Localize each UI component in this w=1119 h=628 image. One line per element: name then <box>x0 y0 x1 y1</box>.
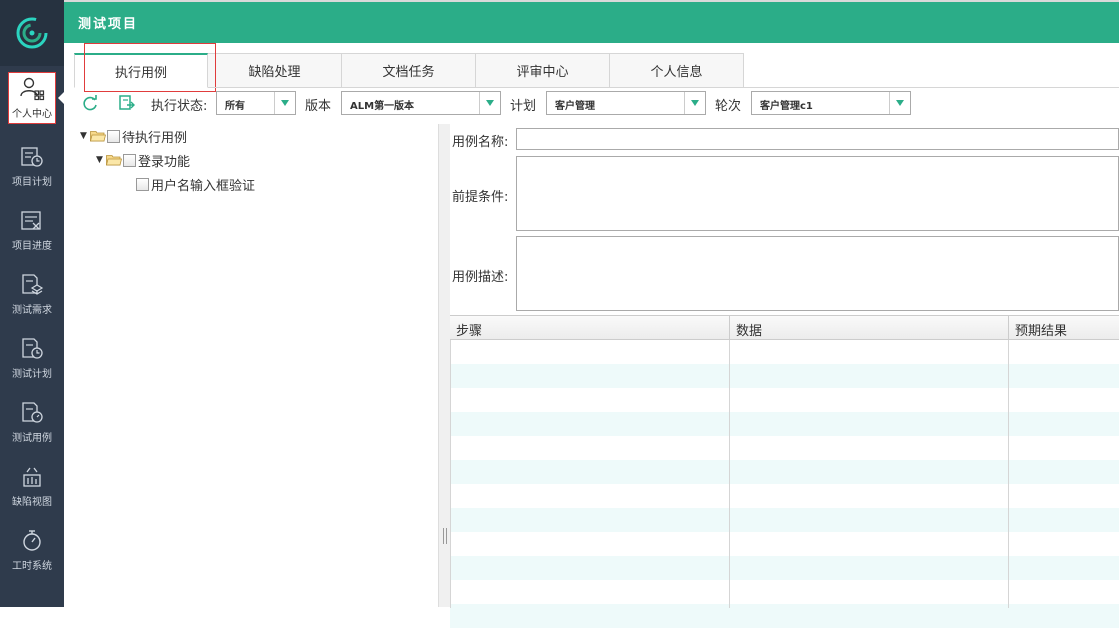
round-select[interactable]: 客户管理c1 <box>751 91 911 115</box>
column-header-data[interactable]: 数据 <box>730 316 1009 340</box>
case-tree: ▼ 待执行用例 ▼ 登录功能 用户名输入框验证 <box>74 124 438 607</box>
column-header-expected[interactable]: 预期结果 <box>1009 316 1119 340</box>
tree-node-child[interactable]: ▼ 登录功能 <box>96 151 191 170</box>
tree-checkbox[interactable] <box>107 129 120 143</box>
sidebar-item-project-plan[interactable]: 项目计划 <box>0 138 64 194</box>
chevron-down-icon[interactable] <box>479 92 500 114</box>
plan-value: 客户管理 <box>555 101 595 112</box>
bug-chart-icon <box>23 467 41 487</box>
stopwatch-icon <box>23 530 41 551</box>
case-name-label: 用例名称: <box>452 135 509 150</box>
progress-chart-icon <box>21 211 41 230</box>
sidebar: 个人中心 项目计划 项目进度 测试需求 测试计划 测试用例 缺陷视图 工时系统 <box>0 0 64 607</box>
tab-label: 个人信息 <box>650 65 703 80</box>
folder-open-icon <box>106 155 122 166</box>
chevron-down-icon[interactable] <box>274 92 295 114</box>
active-indicator <box>58 92 64 104</box>
tree-node-leaf[interactable]: 用户名输入框验证 <box>136 175 256 194</box>
grid-header: 步骤 数据 预期结果 <box>450 316 1119 340</box>
layers-doc-icon <box>22 274 44 295</box>
top-header: 测试项目 <box>64 2 1119 43</box>
tab-label: 缺陷处理 <box>248 65 301 80</box>
tab-bar: 执行用例 缺陷处理 文档任务 评审中心 个人信息 <box>74 53 744 88</box>
column-divider <box>729 316 730 608</box>
table-row[interactable] <box>450 412 1119 436</box>
table-row[interactable] <box>450 460 1119 484</box>
description-label: 用例描述: <box>452 270 509 285</box>
doc-clock-icon <box>22 338 43 359</box>
version-label: 版本 <box>305 99 332 114</box>
round-label: 轮次 <box>715 99 742 114</box>
page-title: 测试项目 <box>78 17 139 32</box>
tab-personal-info[interactable]: 个人信息 <box>610 53 744 88</box>
tree-node-label: 待执行用例 <box>122 130 188 146</box>
status-value: 所有 <box>225 101 245 112</box>
sidebar-item-label: 工时系统 <box>12 561 52 572</box>
expand-arrow-icon[interactable]: ▼ <box>96 155 106 165</box>
calendar-clock-icon <box>21 147 43 167</box>
status-label: 执行状态: <box>151 99 208 114</box>
tree-checkbox[interactable] <box>136 177 149 191</box>
column-header-steps[interactable]: 步骤 <box>450 316 730 340</box>
sidebar-item-label: 个人中心 <box>12 109 52 120</box>
sidebar-item-project-progress[interactable]: 项目进度 <box>0 202 64 258</box>
tab-execute-cases[interactable]: 执行用例 <box>74 53 208 88</box>
table-row[interactable] <box>450 508 1119 532</box>
description-textarea[interactable] <box>516 236 1119 311</box>
sidebar-item-label: 测试需求 <box>12 305 52 316</box>
toolbar: 执行状态: 所有 版本 ALM第一版本 计划 客户管理 轮次 客户管理c1 <box>78 91 1118 115</box>
chevron-down-icon[interactable] <box>684 92 705 114</box>
pane-splitter[interactable] <box>438 124 450 607</box>
tree-node-label: 用户名输入框验证 <box>151 178 256 194</box>
refresh-icon[interactable] <box>81 94 99 112</box>
sidebar-item-defect-view[interactable]: 缺陷视图 <box>0 458 64 514</box>
version-value: ALM第一版本 <box>350 101 415 112</box>
chevron-down-icon[interactable] <box>889 92 910 114</box>
grid-border <box>450 316 451 608</box>
plan-select[interactable]: 客户管理 <box>546 91 706 115</box>
sidebar-item-test-requirements[interactable]: 测试需求 <box>0 266 64 322</box>
round-value: 客户管理c1 <box>760 101 813 112</box>
column-divider <box>1008 316 1009 608</box>
app-logo[interactable] <box>0 0 64 66</box>
tab-label: 文档任务 <box>382 65 435 80</box>
tab-review-center[interactable]: 评审中心 <box>476 53 610 88</box>
export-icon[interactable] <box>118 94 136 112</box>
sidebar-item-label: 缺陷视图 <box>12 497 52 508</box>
status-select[interactable]: 所有 <box>216 91 296 115</box>
tree-node-root[interactable]: ▼ 待执行用例 <box>80 127 188 146</box>
expand-arrow-icon[interactable]: ▼ <box>80 131 90 141</box>
sidebar-item-time-system[interactable]: 工时系统 <box>0 522 64 578</box>
tree-checkbox[interactable] <box>123 153 136 167</box>
sidebar-item-test-plan[interactable]: 测试计划 <box>0 330 64 386</box>
folder-open-icon <box>90 131 106 142</box>
tab-label: 评审中心 <box>516 65 569 80</box>
precondition-textarea[interactable] <box>516 156 1119 231</box>
table-row[interactable] <box>450 604 1119 628</box>
precondition-label: 前提条件: <box>452 190 509 205</box>
tab-label: 执行用例 <box>114 65 167 81</box>
splitter-grip-icon[interactable] <box>443 528 447 544</box>
doc-timer-icon <box>22 402 43 423</box>
sidebar-item-test-cases[interactable]: 测试用例 <box>0 394 64 450</box>
sidebar-item-label: 测试用例 <box>12 433 52 444</box>
user-group-icon <box>20 77 45 101</box>
tab-document-tasks[interactable]: 文档任务 <box>342 53 476 88</box>
tree-node-label: 登录功能 <box>138 154 191 170</box>
case-name-input[interactable] <box>516 128 1119 150</box>
steps-grid: 步骤 数据 预期结果 <box>450 315 1119 628</box>
tab-defect-handling[interactable]: 缺陷处理 <box>208 53 342 88</box>
sidebar-item-label: 项目计划 <box>12 177 52 188</box>
sidebar-item-label: 测试计划 <box>12 369 52 380</box>
tab-divider <box>208 87 1119 88</box>
version-select[interactable]: ALM第一版本 <box>341 91 501 115</box>
sidebar-item-label: 项目进度 <box>12 241 52 252</box>
plan-label: 计划 <box>510 99 537 114</box>
table-row[interactable] <box>450 364 1119 388</box>
table-row[interactable] <box>450 556 1119 580</box>
logo-icon <box>16 17 48 49</box>
sidebar-item-personal-center[interactable]: 个人中心 <box>8 72 56 124</box>
